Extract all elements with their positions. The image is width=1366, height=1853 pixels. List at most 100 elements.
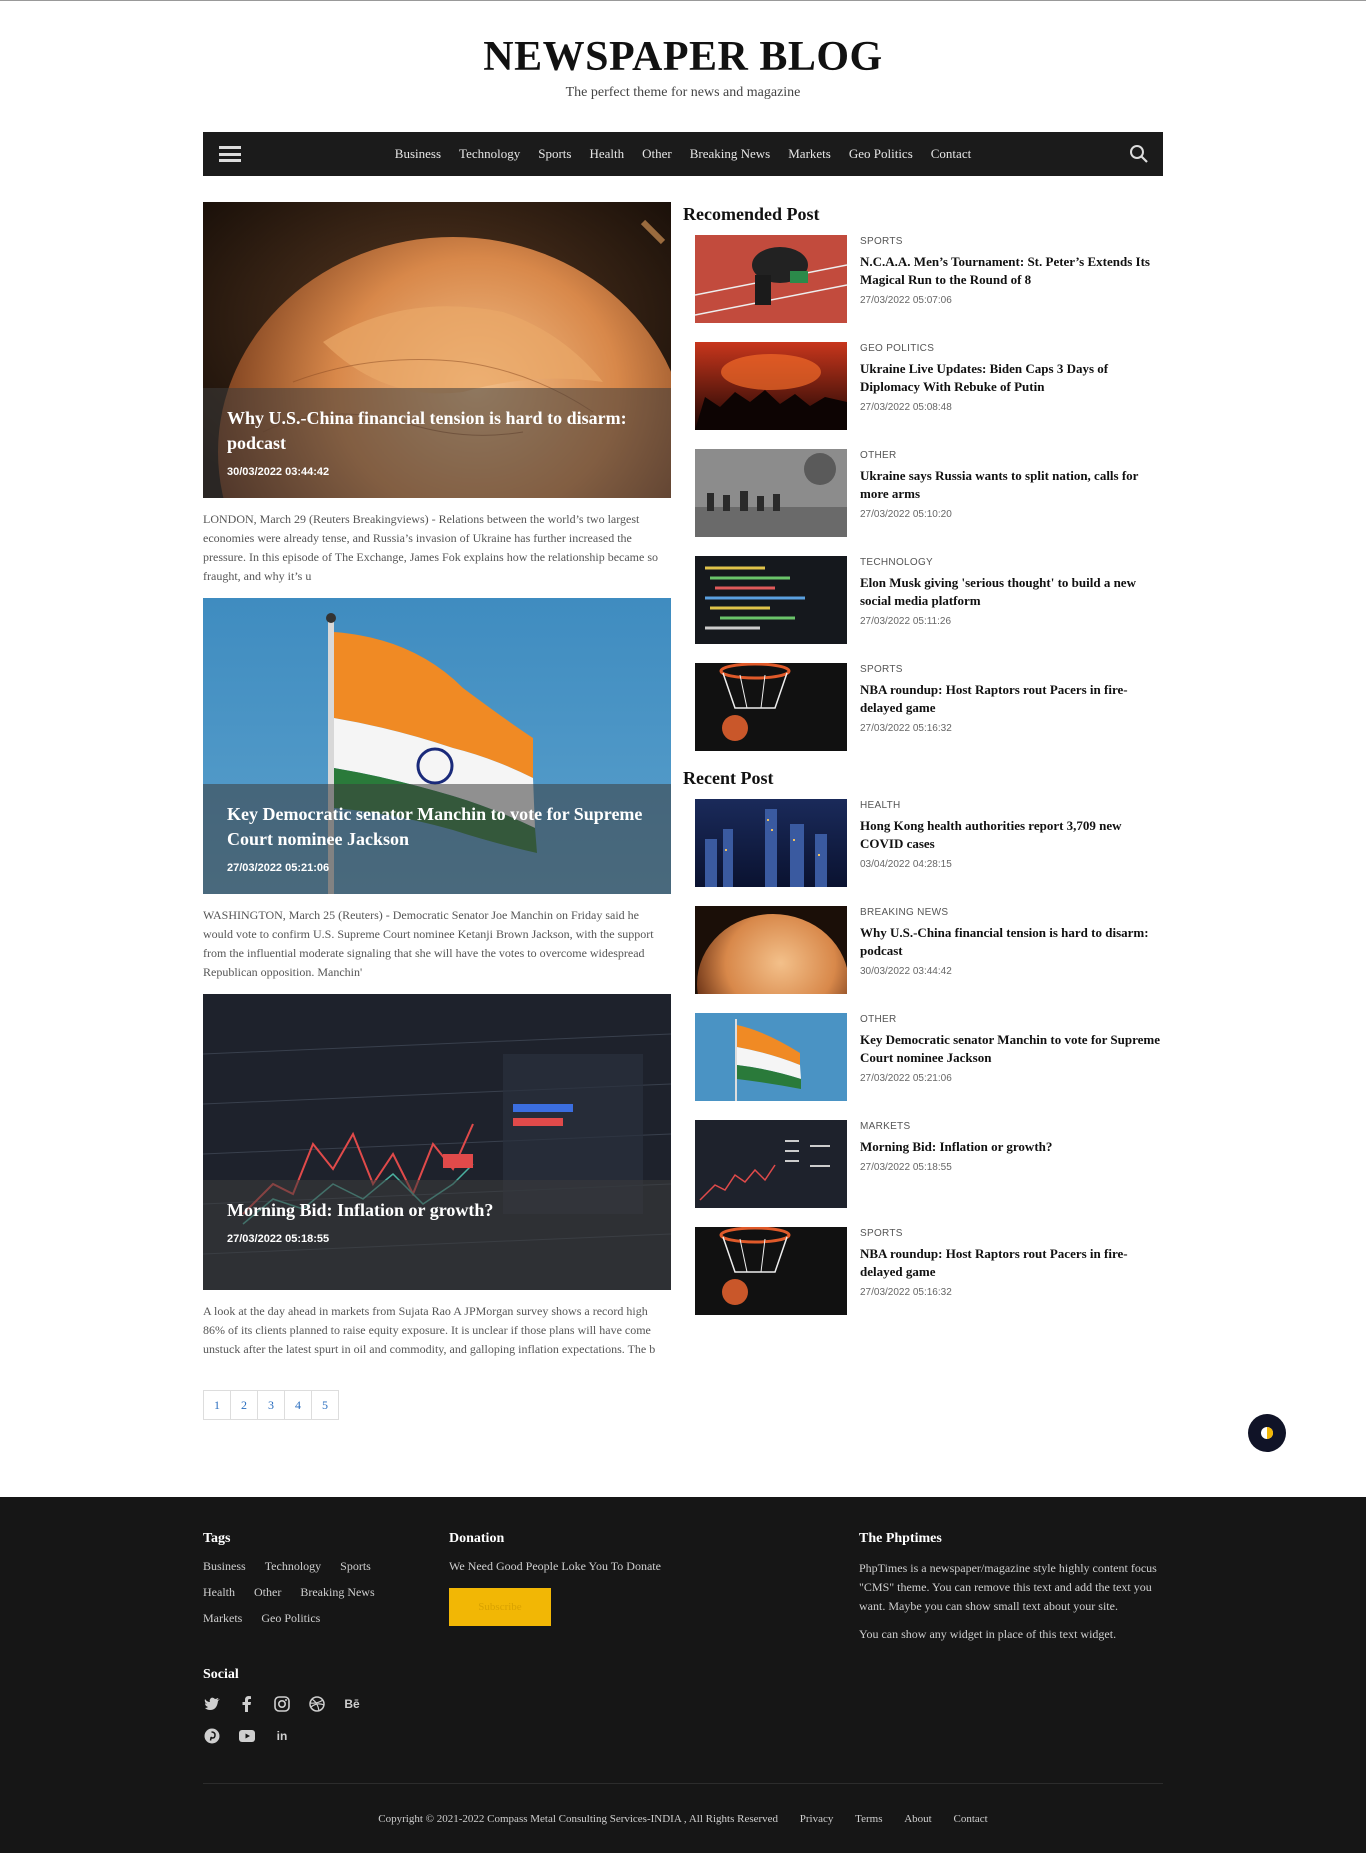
recent-post[interactable]: SPORTS NBA roundup: Host Raptors rout Pa… <box>695 1227 1163 1334</box>
post-title[interactable]: N.C.A.A. Men’s Tournament: St. Peter’s E… <box>860 253 1163 289</box>
hamburger-menu-icon[interactable] <box>219 146 241 162</box>
post-title[interactable]: Why U.S.-China financial tension is hard… <box>860 924 1163 960</box>
nav-item-business[interactable]: Business <box>386 146 450 162</box>
instagram-icon[interactable] <box>273 1695 291 1713</box>
page-link-4[interactable]: 4 <box>284 1390 312 1420</box>
nav-item-health[interactable]: Health <box>580 146 633 162</box>
post-category[interactable]: OTHER <box>860 1014 1163 1025</box>
nav-item-sports[interactable]: Sports <box>529 146 580 162</box>
post-title[interactable]: NBA roundup: Host Raptors rout Pacers in… <box>860 1245 1163 1281</box>
post-category[interactable]: GEO POLITICS <box>860 343 1163 354</box>
post-thumbnail[interactable] <box>695 235 847 323</box>
social-heading: Social <box>203 1667 239 1682</box>
post-category[interactable]: SPORTS <box>860 1228 1163 1239</box>
post-date: 27/03/2022 05:16:32 <box>860 1287 952 1298</box>
featured-title[interactable]: Morning Bid: Inflation or growth? <box>227 1198 647 1223</box>
post-thumbnail[interactable] <box>695 799 847 887</box>
tag-link[interactable]: Markets <box>203 1611 242 1626</box>
post-title[interactable]: NBA roundup: Host Raptors rout Pacers in… <box>860 681 1163 717</box>
search-icon[interactable] <box>1129 144 1149 164</box>
featured-column: Why U.S.-China financial tension is hard… <box>203 202 671 1420</box>
footer-social: Social Bē in <box>203 1667 403 1759</box>
featured-card-image[interactable]: Key Democratic senator Manchin to vote f… <box>203 598 671 894</box>
post-thumbnail[interactable] <box>695 906 847 994</box>
pinterest-icon[interactable] <box>203 1727 221 1745</box>
dribbble-icon[interactable] <box>308 1695 326 1713</box>
post-category[interactable]: SPORTS <box>860 664 1163 675</box>
donation-heading: Donation <box>449 1531 505 1546</box>
post-thumbnail[interactable] <box>695 449 847 537</box>
post-category[interactable]: SPORTS <box>860 236 1163 247</box>
nav-item-contact[interactable]: Contact <box>922 146 980 162</box>
recent-post[interactable]: OTHER Key Democratic senator Manchin to … <box>695 1013 1163 1120</box>
recent-post[interactable]: BREAKING NEWS Why U.S.-China financial t… <box>695 906 1163 1013</box>
featured-title[interactable]: Key Democratic senator Manchin to vote f… <box>227 802 647 852</box>
nav-item-breaking-news[interactable]: Breaking News <box>681 146 780 162</box>
post-thumbnail[interactable] <box>695 342 847 430</box>
dark-mode-toggle-button[interactable] <box>1248 1414 1286 1452</box>
tag-link[interactable]: Technology <box>265 1559 321 1574</box>
tag-link[interactable]: Breaking News <box>300 1585 374 1600</box>
nav-item-markets[interactable]: Markets <box>779 146 840 162</box>
nav-item-technology[interactable]: Technology <box>450 146 529 162</box>
nav-item-other[interactable]: Other <box>633 146 681 162</box>
recommended-post[interactable]: SPORTS NBA roundup: Host Raptors rout Pa… <box>695 663 1163 770</box>
post-thumbnail[interactable] <box>695 1013 847 1101</box>
page-link-2[interactable]: 2 <box>230 1390 258 1420</box>
featured-card-image[interactable]: Morning Bid: Inflation or growth? 27/03/… <box>203 994 671 1290</box>
page-link-5[interactable]: 5 <box>311 1390 339 1420</box>
recommended-post[interactable]: GEO POLITICS Ukraine Live Updates: Biden… <box>695 342 1163 449</box>
recommended-post[interactable]: SPORTS N.C.A.A. Men’s Tournament: St. Pe… <box>695 235 1163 342</box>
facebook-icon[interactable] <box>238 1695 256 1713</box>
recommended-post[interactable]: TECHNOLOGY Elon Musk giving 'serious tho… <box>695 556 1163 663</box>
subscribe-button[interactable]: Subscribe <box>449 1588 551 1626</box>
post-title[interactable]: Elon Musk giving 'serious thought' to bu… <box>860 574 1163 610</box>
tag-link[interactable]: Health <box>203 1585 235 1600</box>
post-title[interactable]: Hong Kong health authorities report 3,70… <box>860 817 1163 853</box>
post-thumbnail[interactable] <box>695 1227 847 1315</box>
behance-icon[interactable]: Bē <box>343 1695 361 1713</box>
tag-link[interactable]: Sports <box>340 1559 371 1574</box>
featured-overlay: Morning Bid: Inflation or growth? 27/03/… <box>203 1180 671 1290</box>
post-thumbnail[interactable] <box>695 663 847 751</box>
footer-donation: Donation We Need Good People Loke You To… <box>449 1531 661 1626</box>
post-thumbnail[interactable] <box>695 1120 847 1208</box>
footer-link-privacy[interactable]: Privacy <box>800 1813 834 1825</box>
post-title[interactable]: Ukraine Live Updates: Biden Caps 3 Days … <box>860 360 1163 396</box>
recent-post[interactable]: HEALTH Hong Kong health authorities repo… <box>695 799 1163 906</box>
post-category[interactable]: HEALTH <box>860 800 1163 811</box>
post-title[interactable]: Key Democratic senator Manchin to vote f… <box>860 1031 1163 1067</box>
page-link-1[interactable]: 1 <box>203 1390 231 1420</box>
footer-link-terms[interactable]: Terms <box>855 1813 882 1825</box>
footer-link-about[interactable]: About <box>904 1813 932 1825</box>
linkedin-icon[interactable]: in <box>273 1727 291 1745</box>
post-category[interactable]: TECHNOLOGY <box>860 557 1163 568</box>
nav-item-geo-politics[interactable]: Geo Politics <box>840 146 922 162</box>
recent-post[interactable]: MARKETS Morning Bid: Inflation or growth… <box>695 1120 1163 1227</box>
post-category[interactable]: MARKETS <box>860 1121 1052 1132</box>
post-thumbnail[interactable] <box>695 556 847 644</box>
tag-link[interactable]: Business <box>203 1559 246 1574</box>
post-category[interactable]: OTHER <box>860 450 1163 461</box>
page-link-3[interactable]: 3 <box>257 1390 285 1420</box>
tag-link[interactable]: Geo Politics <box>261 1611 320 1626</box>
twitter-icon[interactable] <box>203 1695 221 1713</box>
featured-date: 30/03/2022 03:44:42 <box>227 466 330 478</box>
featured-overlay: Key Democratic senator Manchin to vote f… <box>203 784 671 894</box>
footer-link-contact[interactable]: Contact <box>953 1813 987 1825</box>
youtube-icon[interactable] <box>238 1727 256 1745</box>
site-footer: Tags Business Technology Sports Health O… <box>0 1497 1366 1853</box>
copyright-text: Copyright © 2021-2022 Compass Metal Cons… <box>378 1813 779 1825</box>
site-title[interactable]: NEWSPAPER BLOG <box>0 35 1366 79</box>
post-date: 03/04/2022 04:28:15 <box>860 859 952 870</box>
post-title[interactable]: Morning Bid: Inflation or growth? <box>860 1138 1052 1156</box>
recommended-post[interactable]: OTHER Ukraine says Russia wants to split… <box>695 449 1163 556</box>
post-category[interactable]: BREAKING NEWS <box>860 907 1163 918</box>
post-title[interactable]: Ukraine says Russia wants to split natio… <box>860 467 1163 503</box>
post-date: 27/03/2022 05:10:20 <box>860 509 952 520</box>
featured-card-image[interactable]: Why U.S.-China financial tension is hard… <box>203 202 671 498</box>
footer-divider <box>203 1783 1163 1784</box>
featured-title[interactable]: Why U.S.-China financial tension is hard… <box>227 406 647 456</box>
tag-link[interactable]: Other <box>254 1585 281 1600</box>
sidebar-column: Recomended Post SPORTS N.C.A.A. Men’s To… <box>683 204 1163 1334</box>
